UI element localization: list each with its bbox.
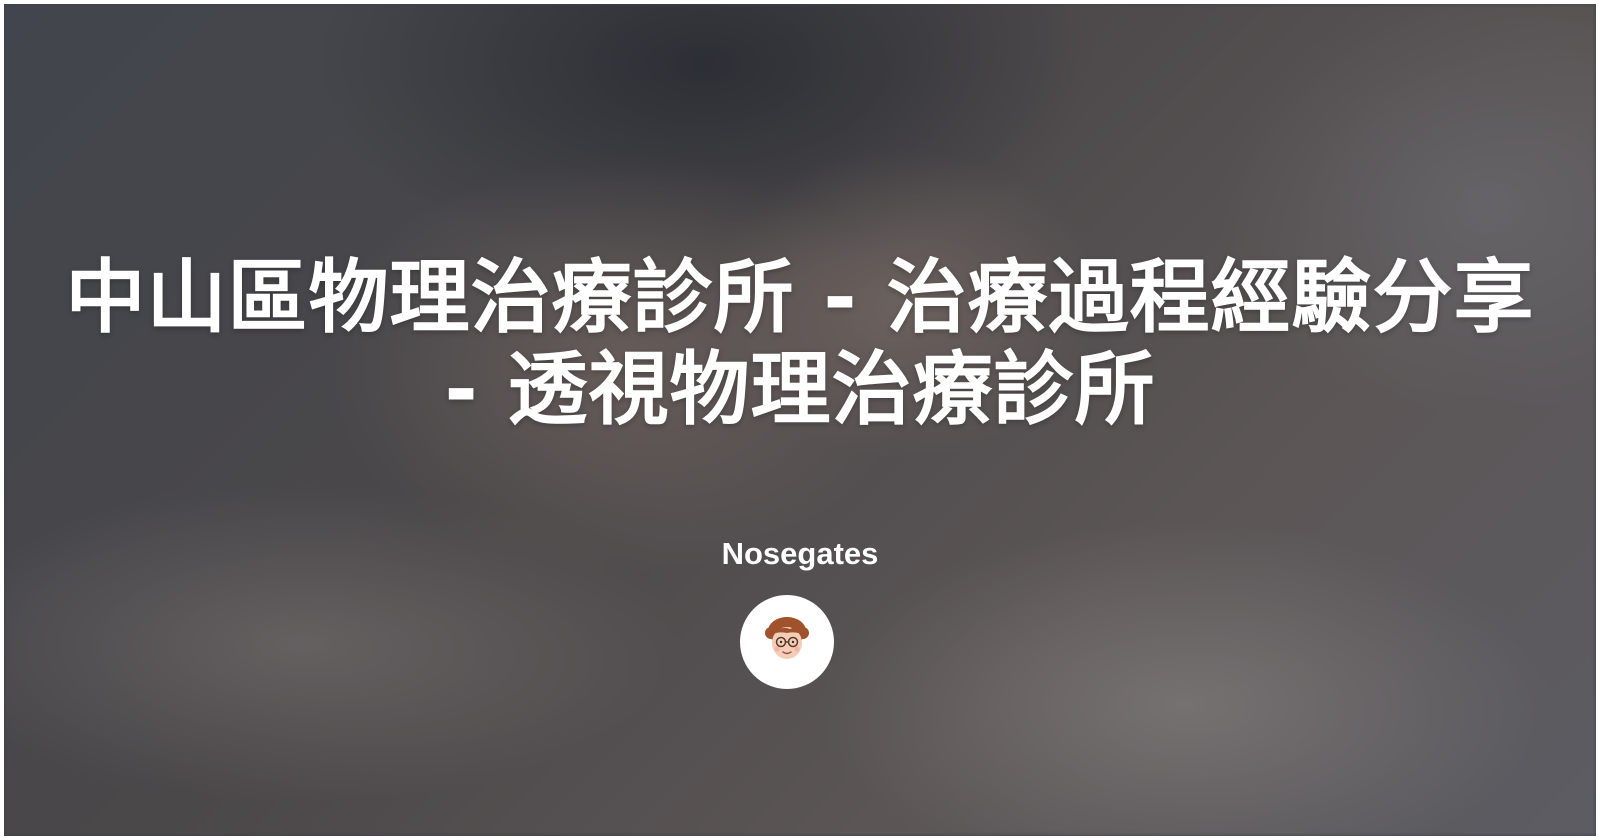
author-name: Nosegates (721, 536, 879, 571)
cover-content: 中山區物理治療診所 - 治療過程經驗分享 - 透視物理治療診所 Nosegate… (4, 4, 1596, 836)
cover-image: 中山區物理治療診所 - 治療過程經驗分享 - 透視物理治療診所 Nosegate… (4, 4, 1596, 836)
cartoon-face-icon (765, 617, 809, 659)
author-avatar (740, 595, 834, 689)
post-title: 中山區物理治療診所 - 治療過程經驗分享 - 透視物理治療診所 (65, 251, 1535, 436)
